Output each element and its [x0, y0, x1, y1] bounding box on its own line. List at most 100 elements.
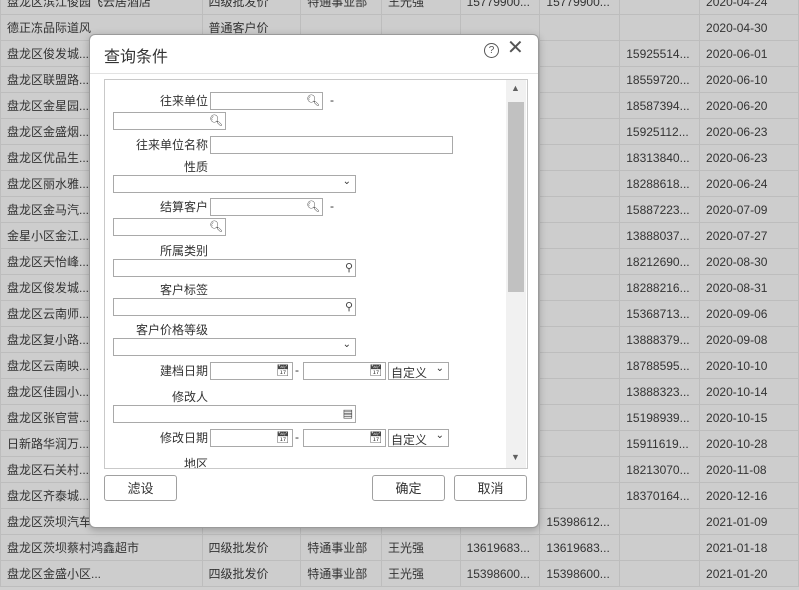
chevron-down-icon: ⌄: [342, 176, 351, 187]
table-cell: 13619683...: [539, 534, 621, 561]
table-cell: [539, 482, 621, 509]
label-customer-tag: 客户标签: [160, 283, 209, 297]
table-cell: 2020-08-31: [699, 274, 799, 301]
scroll-thumb[interactable]: [508, 102, 524, 292]
search-icon[interactable]: 🔍︎: [209, 220, 223, 233]
panel-scrollbar[interactable]: ▲ ▼: [506, 80, 526, 468]
table-cell: 2020-10-15: [699, 404, 799, 431]
label-price-level: 客户价格等级: [136, 323, 209, 337]
modify-date-range-select[interactable]: 自定义 ⌄: [388, 429, 449, 447]
query-conditions-dialog: 查询条件 ? ✕ 往来单位 🔍︎ - 🔍︎ 往来单位名称 性质 ⌄ 结算客户 🔍…: [89, 34, 539, 528]
customer-tag-input[interactable]: ⚲: [113, 298, 356, 316]
table-cell: 王光强: [380, 534, 461, 561]
table-row[interactable]: 盘龙区茨坝蔡村鸿鑫超市 四级批发价 特通事业部 王光强 13619683... 13619…: [0, 534, 799, 561]
create-date-to-input[interactable]: 📅︎: [303, 362, 386, 380]
table-cell: [539, 196, 621, 223]
table-cell: 18788595...: [619, 352, 701, 379]
label-partner-unit-name: 往来单位名称: [136, 138, 209, 152]
modify-date-to-input[interactable]: 📅︎: [303, 429, 386, 447]
label-modifier: 修改人: [172, 390, 209, 404]
table-cell: 王光强: [380, 560, 461, 587]
table-cell: 四级批发价: [201, 534, 302, 561]
search-icon[interactable]: 🔍︎: [306, 94, 320, 107]
partner-unit-name-input[interactable]: [210, 136, 453, 154]
category-input[interactable]: ⚲: [113, 259, 356, 277]
table-cell: 15398612...: [539, 508, 621, 535]
label-nature: 性质: [184, 160, 209, 174]
table-cell: 2020-07-09: [699, 196, 799, 223]
table-cell: 2020-11-08: [699, 456, 799, 483]
search-icon[interactable]: 🔍︎: [306, 200, 320, 213]
calendar-icon[interactable]: 📅︎: [276, 431, 290, 444]
close-icon[interactable]: ✕: [507, 38, 524, 58]
calendar-icon[interactable]: 📅︎: [369, 431, 383, 444]
range-separator: -: [295, 363, 299, 377]
table-cell: 18288216...: [619, 274, 701, 301]
table-cell: 2021-01-09: [699, 508, 799, 535]
filter-settings-button[interactable]: 滤设: [104, 475, 177, 501]
search-icon[interactable]: 🔍︎: [209, 114, 223, 127]
range-separator: -: [330, 199, 334, 213]
table-cell: [539, 456, 621, 483]
table-cell: 13619683...: [459, 534, 541, 561]
create-date-from-input[interactable]: 📅︎: [210, 362, 293, 380]
table-cell: 15779900...: [539, 0, 621, 15]
scroll-up-arrow-icon[interactable]: ▲: [511, 83, 520, 93]
cancel-button[interactable]: 取消: [454, 475, 527, 501]
table-cell: 2020-10-14: [699, 378, 799, 405]
contact-card-icon[interactable]: ▤: [343, 407, 353, 420]
label-settlement-customer: 结算客户: [160, 200, 209, 214]
table-cell: 2020-06-20: [699, 92, 799, 119]
calendar-icon[interactable]: 📅︎: [276, 364, 290, 377]
table-cell: 2020-06-10: [699, 66, 799, 93]
table-cell: [539, 66, 621, 93]
partner-unit-to-input[interactable]: 🔍︎: [113, 112, 226, 130]
partner-unit-from-input[interactable]: 🔍︎: [210, 92, 323, 110]
table-cell: 15887223...: [619, 196, 701, 223]
price-level-select[interactable]: ⌄: [113, 338, 356, 356]
ok-button[interactable]: 确定: [372, 475, 445, 501]
table-cell: 2020-06-23: [699, 144, 799, 171]
table-cell: [619, 508, 701, 535]
help-icon[interactable]: ?: [484, 43, 499, 58]
table-cell: 13888323...: [619, 378, 701, 405]
nature-select[interactable]: ⌄: [113, 175, 356, 193]
table-cell: [619, 14, 701, 41]
modify-date-from-input[interactable]: 📅︎: [210, 429, 293, 447]
table-cell: [539, 274, 621, 301]
table-cell: 18587394...: [619, 92, 701, 119]
table-cell: 15398600...: [539, 560, 621, 587]
table-row[interactable]: 盘龙区滨江俊园飞云居酒店 四级批发价 特通事业部 王光强 15779900... 1577…: [0, 0, 799, 15]
table-cell: 2020-08-30: [699, 248, 799, 275]
table-cell: 四级批发价: [201, 0, 302, 15]
table-cell: [539, 170, 621, 197]
table-cell: 15779900...: [459, 0, 541, 15]
table-cell: [539, 326, 621, 353]
table-cell: [619, 560, 701, 587]
table-cell: [539, 14, 621, 41]
table-cell: 18212690...: [619, 248, 701, 275]
table-cell: 15925112...: [619, 118, 701, 145]
create-date-range-select[interactable]: 自定义 ⌄: [388, 362, 449, 380]
lookup-icon[interactable]: ⚲: [345, 261, 353, 274]
table-cell: 2020-10-10: [699, 352, 799, 379]
table-cell: 15368713...: [619, 300, 701, 327]
table-cell: 2021-01-18: [699, 534, 799, 561]
table-cell: 18559720...: [619, 66, 701, 93]
create-date-range-value: 自定义: [391, 366, 428, 380]
label-create-date: 建档日期: [160, 364, 209, 378]
settlement-customer-from-input[interactable]: 🔍︎: [210, 198, 323, 216]
calendar-icon[interactable]: 📅︎: [369, 364, 383, 377]
modifier-input[interactable]: ▤: [113, 405, 356, 423]
table-cell: 13888379...: [619, 326, 701, 353]
lookup-icon[interactable]: ⚲: [345, 300, 353, 313]
table-cell: 2020-12-16: [699, 482, 799, 509]
table-cell: 盘龙区金盛小区...: [0, 560, 203, 587]
settlement-customer-to-input[interactable]: 🔍︎: [113, 218, 226, 236]
scroll-down-arrow-icon[interactable]: ▼: [511, 452, 520, 462]
table-cell: 2020-06-24: [699, 170, 799, 197]
table-row[interactable]: 盘龙区金盛小区... 四级批发价 特通事业部 王光强 15398600... 153986…: [0, 560, 799, 587]
label-modify-date: 修改日期: [160, 431, 209, 445]
table-cell: 18313840...: [619, 144, 701, 171]
table-cell: [539, 404, 621, 431]
